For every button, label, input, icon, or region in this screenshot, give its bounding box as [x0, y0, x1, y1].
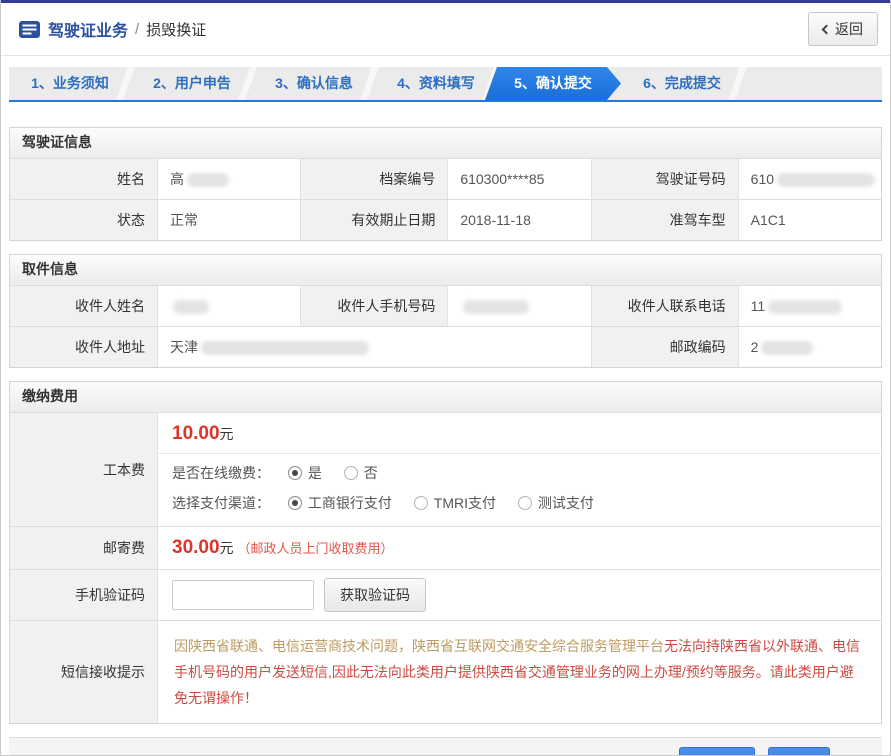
online-no-label: 否	[364, 465, 378, 481]
channel-tmri-label: TMRI支付	[434, 495, 496, 511]
step-5-confirm-submit-active: 5、确认提交	[485, 67, 621, 100]
step-6-complete-submit: 6、完成提交	[621, 67, 743, 100]
fees-section-title: 缴纳费用	[10, 382, 881, 412]
step-bar-filler	[743, 67, 882, 100]
captcha-label: 手机验证码	[10, 569, 157, 620]
recipient-name-label: 收件人姓名	[10, 285, 157, 326]
page: 驾驶证业务 / 损毁换证 返回 1、业务须知 2、用户申告 3、确认信息 4、资…	[0, 0, 891, 756]
get-captcha-button[interactable]: 获取验证码	[324, 578, 426, 612]
file-number-label: 档案编号	[300, 158, 447, 199]
recipient-address-label: 收件人地址	[10, 326, 157, 367]
production-fee-cell: 10.00元 是否在线缴费： 是 否 选择支付渠道： 工商银行支付 TMRI支付…	[157, 412, 881, 526]
step-1-business-notice: 1、业务须知	[9, 67, 131, 100]
production-fee-label: 工本费	[10, 412, 157, 526]
redacted-value	[187, 173, 229, 187]
file-number-value: 610300****85	[447, 158, 590, 199]
recipient-address-value: 天津	[157, 326, 591, 367]
pickup-section-title: 取件信息	[10, 255, 881, 285]
fees-section: 缴纳费用 工本费 10.00元 是否在线缴费： 是 否 选择支付渠道： 工商银行…	[9, 381, 882, 724]
vehicle-class-label: 准驾车型	[591, 199, 738, 240]
redacted-value	[761, 341, 813, 355]
postcode-label: 邮政编码	[591, 326, 738, 367]
radio-channel-tmri[interactable]	[414, 496, 428, 510]
production-fee-amount: 10.00	[172, 423, 220, 444]
chevron-left-icon	[822, 24, 832, 34]
redacted-value	[173, 300, 209, 314]
license-info-section: 驾驶证信息 姓名 高 档案编号 610300****85 驾驶证号码 610 状…	[9, 127, 882, 241]
redacted-value	[777, 173, 875, 187]
back-button[interactable]: 返回	[808, 12, 878, 46]
step-progress-bar: 1、业务须知 2、用户申告 3、确认信息 4、资料填写 5、确认提交 6、完成提…	[9, 67, 882, 102]
recipient-phone-value: 11	[738, 285, 881, 326]
step-2-user-declaration: 2、用户申告	[131, 67, 253, 100]
recipient-mobile-label: 收件人手机号码	[300, 285, 447, 326]
finish-button[interactable]: 完成	[768, 747, 830, 756]
page-title: 驾驶证业务	[48, 17, 128, 41]
recipient-phone-label: 收件人联系电话	[591, 285, 738, 326]
redacted-value	[463, 300, 529, 314]
license-form-icon	[19, 21, 40, 38]
vehicle-class-value: A1C1	[738, 199, 881, 240]
payment-options: 是否在线缴费： 是 否 选择支付渠道： 工商银行支付 TMRI支付 测试支付	[158, 454, 881, 526]
sms-tip-text-part1: 因陕西省联通、电信运营商技术问题，陕西省互联网交通安全综合服务管理平台	[174, 638, 664, 654]
production-fee-amount-row: 10.00元	[158, 413, 881, 454]
currency-unit: 元	[220, 540, 234, 556]
license-section-title: 驾驶证信息	[10, 128, 881, 158]
license-info-table: 姓名 高 档案编号 610300****85 驾驶证号码 610 状态 正常 有…	[10, 158, 881, 240]
expiry-date-value: 2018-11-18	[447, 199, 590, 240]
postage-fee-note: （邮政人员上门收取费用）	[238, 541, 394, 556]
captcha-input[interactable]	[172, 580, 314, 610]
channel-test-label: 测试支付	[538, 495, 594, 511]
recipient-mobile-value	[447, 285, 590, 326]
fees-table: 工本费 10.00元 是否在线缴费： 是 否 选择支付渠道： 工商银行支付 TM…	[10, 412, 881, 723]
sms-tip-label: 短信接收提示	[10, 620, 157, 723]
page-header: 驾驶证业务 / 损毁换证 返回	[1, 3, 890, 56]
online-payment-row: 是否在线缴费： 是 否	[172, 458, 867, 488]
name-value: 高	[157, 158, 300, 199]
postage-fee-cell: 30.00元 （邮政人员上门收取费用）	[157, 526, 881, 569]
breadcrumb-separator: /	[135, 21, 139, 38]
radio-online-no[interactable]	[344, 466, 358, 480]
payment-channel-row: 选择支付渠道： 工商银行支付 TMRI支付 测试支付	[172, 488, 867, 518]
pickup-info-section: 取件信息 收件人姓名 收件人手机号码 收件人联系电话 11 收件人地址 天津 邮…	[9, 254, 882, 368]
step-3-confirm-info: 3、确认信息	[253, 67, 375, 100]
sms-tip-cell: 因陕西省联通、电信运营商技术问题，陕西省互联网交通安全综合服务管理平台无法向持陕…	[157, 620, 881, 723]
step-4-fill-data: 4、资料填写	[375, 67, 497, 100]
online-payment-question: 是否在线缴费：	[172, 465, 270, 481]
currency-unit: 元	[220, 426, 234, 442]
radio-channel-test[interactable]	[518, 496, 532, 510]
online-yes-label: 是	[308, 465, 322, 481]
channel-icbc-label: 工商银行支付	[308, 495, 392, 511]
status-value: 正常	[157, 199, 300, 240]
postcode-value: 2	[738, 326, 881, 367]
license-number-value: 610	[738, 158, 881, 199]
redacted-value	[201, 341, 369, 355]
status-label: 状态	[10, 199, 157, 240]
captcha-cell: 获取验证码	[157, 569, 881, 620]
postage-fee-label: 邮寄费	[10, 526, 157, 569]
redacted-value	[768, 300, 842, 314]
name-label: 姓名	[10, 158, 157, 199]
postage-fee-amount: 30.00	[172, 537, 220, 558]
breadcrumb-current: 损毁换证	[146, 19, 206, 40]
previous-step-button[interactable]: 上一步	[679, 747, 755, 756]
radio-channel-icbc[interactable]	[288, 496, 302, 510]
expiry-date-label: 有效期止日期	[300, 199, 447, 240]
license-number-label: 驾驶证号码	[591, 158, 738, 199]
footer-action-bar: 上一步 完成	[9, 737, 882, 756]
radio-online-yes[interactable]	[288, 466, 302, 480]
pickup-info-table: 收件人姓名 收件人手机号码 收件人联系电话 11 收件人地址 天津 邮政编码 2	[10, 285, 881, 367]
payment-channel-question: 选择支付渠道：	[172, 495, 270, 511]
back-button-label: 返回	[835, 19, 863, 39]
recipient-name-value	[157, 285, 300, 326]
